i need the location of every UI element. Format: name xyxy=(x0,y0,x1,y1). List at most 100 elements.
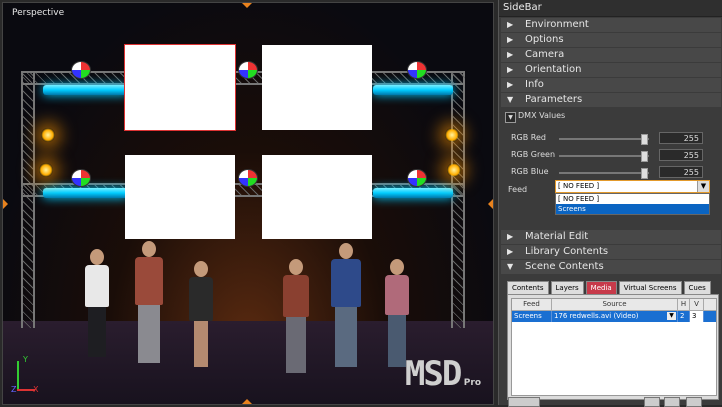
slider-track[interactable] xyxy=(559,172,649,174)
dmx-values-label: DMX Values xyxy=(518,111,566,120)
slider-rgb-green: RGB Green 255 xyxy=(511,149,706,163)
footer-button[interactable] xyxy=(508,397,540,407)
video-screen-selected[interactable] xyxy=(124,44,236,131)
rgb-fixture[interactable] xyxy=(407,61,427,79)
section-info[interactable]: ▶ Info xyxy=(501,78,721,92)
cell-source[interactable]: 176 redwells.avi (Video) ▼ xyxy=(552,311,678,322)
video-screen[interactable] xyxy=(262,155,372,239)
left-edge-marker[interactable] xyxy=(3,199,8,209)
person-figure[interactable] xyxy=(187,261,215,367)
person-figure[interactable] xyxy=(133,241,165,363)
chevron-right-icon: ▶ xyxy=(507,232,514,241)
axis-gizmo: Y X Z xyxy=(11,355,41,395)
viewport-title: Perspective xyxy=(12,8,65,18)
slider-thumb[interactable] xyxy=(641,134,648,145)
cell-h[interactable]: 2 xyxy=(678,311,690,322)
tab-contents[interactable]: Contents xyxy=(507,281,549,295)
axis-x-label: X xyxy=(33,385,39,394)
chevron-right-icon: ▶ xyxy=(507,35,514,44)
cyan-light-bar xyxy=(43,188,128,198)
media-tab-panel: Feed Source H V Screens 176 redwells.avi… xyxy=(507,294,719,400)
dmx-collapse-toggle[interactable]: ▼ xyxy=(505,112,516,123)
tab-cues[interactable]: Cues xyxy=(683,281,711,295)
rgb-green-value-field[interactable]: 255 xyxy=(659,149,703,161)
amber-spotlight xyxy=(39,163,53,177)
chevron-down-icon[interactable]: ▼ xyxy=(667,312,676,320)
bottom-edge-marker[interactable] xyxy=(242,399,252,404)
move-up-button[interactable] xyxy=(664,397,680,407)
section-environment[interactable]: ▶ Environment xyxy=(501,18,721,32)
person-figure[interactable] xyxy=(329,243,363,367)
chevron-down-icon[interactable]: ▼ xyxy=(697,181,709,192)
section-camera[interactable]: ▶ Camera xyxy=(501,48,721,62)
tab-layers[interactable]: Layers xyxy=(550,281,584,295)
feed-dropdown-list: [ NO FEED ] Screens xyxy=(555,193,710,215)
chevron-right-icon: ▶ xyxy=(507,20,514,29)
section-material-edit[interactable]: ▶ Material Edit xyxy=(501,230,721,244)
rgb-red-value-field[interactable]: 255 xyxy=(659,132,703,144)
column-header-feed[interactable]: Feed xyxy=(512,299,552,310)
media-table: Feed Source H V Screens 176 redwells.avi… xyxy=(511,298,717,396)
axis-z-label: Z xyxy=(11,385,17,394)
video-screen[interactable] xyxy=(262,45,372,130)
section-orientation[interactable]: ▶ Orientation xyxy=(501,63,721,77)
chevron-down-icon: ▼ xyxy=(507,95,514,104)
amber-spotlight xyxy=(41,128,55,142)
chevron-right-icon: ▶ xyxy=(507,247,514,256)
person-figure[interactable] xyxy=(281,259,311,373)
move-down-button[interactable] xyxy=(644,397,660,407)
parameters-panel: ▼ DMX Values RGB Red 255 RGB Green 255 R… xyxy=(501,107,721,229)
chevron-right-icon: ▶ xyxy=(507,65,514,74)
person-figure[interactable] xyxy=(83,249,111,357)
slider-track[interactable] xyxy=(559,138,649,140)
amber-spotlight xyxy=(445,128,459,142)
feed-dropdown[interactable]: [ NO FEED ] ▼ xyxy=(555,180,710,193)
amber-spotlight xyxy=(447,163,461,177)
column-header-v[interactable]: V xyxy=(690,299,704,310)
column-header-source[interactable]: Source xyxy=(552,299,678,310)
tab-media[interactable]: Media xyxy=(585,281,617,295)
slider-rgb-blue: RGB Blue 255 xyxy=(511,166,706,180)
cyan-light-bar xyxy=(373,188,453,198)
slider-thumb[interactable] xyxy=(641,168,648,179)
rgb-fixture[interactable] xyxy=(407,169,427,187)
section-options[interactable]: ▶ Options xyxy=(501,33,721,47)
top-edge-marker[interactable] xyxy=(242,3,252,8)
right-edge-marker[interactable] xyxy=(488,199,493,209)
table-header: Feed Source H V xyxy=(512,299,716,311)
slider-thumb[interactable] xyxy=(641,151,648,162)
rgb-fixture[interactable] xyxy=(71,61,91,79)
section-scene-contents[interactable]: ▼ Scene Contents xyxy=(501,260,721,274)
cell-feed[interactable]: Screens xyxy=(512,311,552,322)
chevron-down-icon: ▼ xyxy=(507,262,514,271)
feed-label: Feed xyxy=(508,185,528,194)
video-screen[interactable] xyxy=(125,155,235,239)
chevron-right-icon: ▶ xyxy=(507,80,514,89)
scene-contents-tabs: Contents Layers Media Virtual Screens Cu… xyxy=(507,281,713,295)
rgb-fixture[interactable] xyxy=(71,169,91,187)
rgb-blue-value-field[interactable]: 255 xyxy=(659,166,703,178)
move-top-button[interactable] xyxy=(686,397,702,407)
scene-contents-panel: Contents Layers Media Virtual Screens Cu… xyxy=(500,274,720,405)
slider-rgb-red: RGB Red 255 xyxy=(511,132,706,146)
feed-option-selected[interactable]: Screens xyxy=(556,204,709,214)
perspective-viewport[interactable]: Perspective Y X Z MSD Pro xyxy=(2,2,494,405)
person-figure[interactable] xyxy=(383,259,411,367)
tab-virtual-screens[interactable]: Virtual Screens xyxy=(618,281,682,295)
section-parameters[interactable]: ▼ Parameters xyxy=(501,93,721,107)
cyan-light-bar xyxy=(373,85,453,95)
feed-option[interactable]: [ NO FEED ] xyxy=(556,194,709,204)
msd-pro-logo: MSD Pro xyxy=(404,354,481,394)
table-row[interactable]: Screens 176 redwells.avi (Video) ▼ 2 3 xyxy=(512,311,716,322)
slider-track[interactable] xyxy=(559,155,649,157)
axis-y-label: Y xyxy=(23,355,28,364)
rgb-fixture[interactable] xyxy=(238,61,258,79)
cyan-light-bar xyxy=(43,85,128,95)
cell-v[interactable]: 3 xyxy=(690,311,704,322)
column-header-h[interactable]: H xyxy=(678,299,690,310)
scene-contents-footer xyxy=(500,397,720,407)
section-library-contents[interactable]: ▶ Library Contents xyxy=(501,245,721,259)
rgb-fixture[interactable] xyxy=(238,169,258,187)
truss-left xyxy=(21,73,35,328)
truss-right xyxy=(451,73,465,328)
